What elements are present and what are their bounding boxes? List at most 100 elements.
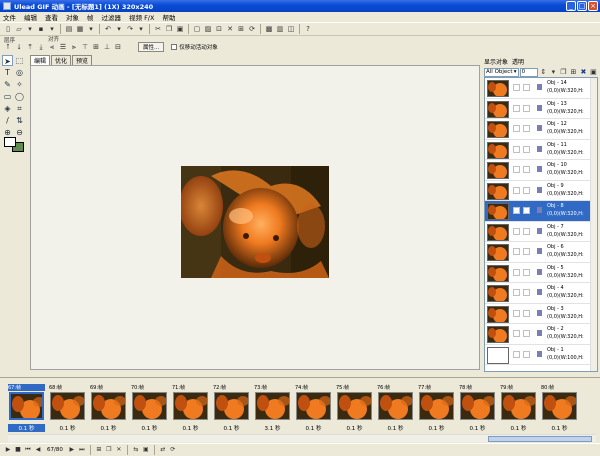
stop-icon[interactable]: ■ [14, 446, 22, 454]
object-lock-checkbox[interactable] [523, 248, 530, 255]
frame-properties-icon[interactable]: ▣ [142, 446, 150, 454]
object-lock-checkbox[interactable] [523, 330, 530, 337]
frame-scrollbar[interactable] [8, 434, 596, 442]
object-row[interactable]: Obj - 3 (0,0)(W:320,H: [485, 304, 597, 324]
pick-tool-icon[interactable]: ➤ [2, 55, 13, 66]
first-frame-icon[interactable]: ⏮ [24, 446, 32, 454]
frame-item[interactable]: 77:帧 0.1 秒 [418, 384, 455, 436]
frame-delay[interactable]: 0.1 秒 [213, 424, 250, 432]
frame-delay[interactable]: 0.1 秒 [90, 424, 127, 432]
object-lock-checkbox[interactable] [523, 84, 530, 91]
delete-object-icon[interactable]: ✖ [579, 67, 588, 77]
lasso-tool-icon[interactable]: ◎ [14, 67, 25, 78]
export-icon[interactable]: ▦ [75, 24, 85, 34]
object-lock-checkbox[interactable] [523, 350, 530, 358]
frame-item[interactable]: 74:帧 0.1 秒 [295, 384, 332, 436]
image-icon[interactable]: ▨ [203, 24, 213, 34]
object-lock-checkbox[interactable] [523, 309, 530, 317]
frame-item[interactable]: 73:帧 3.1 秒 [254, 384, 291, 436]
crop-tool-icon[interactable]: ⌗ [14, 103, 25, 114]
loop-icon[interactable]: ⟳ [169, 446, 177, 454]
object-row[interactable]: Obj - 9 (0,0)(W:320,H: [485, 181, 597, 201]
object-visibility-checkbox[interactable] [513, 145, 520, 153]
object-lock-checkbox[interactable] [523, 268, 530, 276]
menu-help[interactable]: 帮助 [162, 12, 175, 22]
menu-filter[interactable]: 过滤器 [102, 12, 122, 22]
object-visibility-checkbox[interactable] [513, 248, 520, 255]
object-row[interactable]: Obj - 14 (0,0)(W:320,H: [485, 78, 597, 99]
paste-icon[interactable]: ▣ [175, 24, 185, 34]
tab-edit[interactable]: 编辑 [30, 55, 51, 65]
bring-forward-icon[interactable]: ⭡ [3, 42, 13, 52]
frame-item[interactable]: 78:帧 0.1 秒 [459, 384, 496, 436]
print-icon[interactable]: ▤ [64, 24, 74, 34]
object-row[interactable]: Obj - 8 (0,0)(W:320,H: [485, 201, 597, 222]
frame-delay[interactable]: 0.1 秒 [418, 424, 455, 432]
tab-preview[interactable]: 预览 [72, 55, 93, 65]
object-lock-checkbox[interactable] [523, 145, 530, 153]
send-backward-icon[interactable]: ⭣ [14, 42, 24, 52]
object-visibility-checkbox[interactable] [513, 104, 520, 112]
opacity-input[interactable]: 0 [519, 67, 538, 77]
new-icon[interactable]: ▯ [3, 24, 13, 34]
align-right-icon[interactable]: ⫸ [69, 42, 79, 52]
object-row[interactable]: Obj - 7 (0,0)(W:320,H: [485, 222, 597, 242]
undo-icon[interactable]: ↶ [103, 24, 113, 34]
frame-delay[interactable]: 0.1 秒 [131, 424, 168, 432]
maximize-button[interactable]: □ [577, 1, 587, 11]
object-visibility-checkbox[interactable] [513, 227, 520, 235]
frame-item[interactable]: 75:帧 0.1 秒 [336, 384, 373, 436]
crop-icon[interactable]: ⊡ [214, 24, 224, 34]
object-row[interactable]: Obj - 11 (0,0)(W:320,H: [485, 140, 597, 160]
magic-wand-tool-icon[interactable]: ✧ [14, 79, 25, 90]
menu-video-fx[interactable]: 视频 F/X [129, 12, 154, 22]
tab-optimize[interactable]: 优化 [51, 55, 72, 65]
copy-object-icon[interactable]: ❐ [559, 67, 568, 77]
object-lock-checkbox[interactable] [523, 104, 530, 112]
frame-delay[interactable]: 0.1 秒 [541, 424, 578, 432]
object-filter-select[interactable]: All Object ▾ [484, 67, 519, 77]
duplicate-frame-icon[interactable]: ❐ [105, 446, 113, 454]
object-lock-checkbox[interactable] [523, 125, 530, 132]
move-active-only-option[interactable]: 仅移动活动对象 [171, 43, 218, 51]
frame-delay[interactable]: 0.1 秒 [377, 424, 414, 432]
object-list-scrollbar[interactable] [590, 78, 597, 371]
redo-icon[interactable]: ↷ [125, 24, 135, 34]
send-to-back-icon[interactable]: ⤓ [36, 42, 46, 52]
frame-item[interactable]: 80:帧 0.1 秒 [541, 384, 578, 436]
frame-delay[interactable]: 0.1 秒 [295, 424, 332, 432]
object-visibility-checkbox[interactable] [513, 84, 520, 91]
brush-tool-icon[interactable]: ✎ [2, 79, 13, 90]
color-swatch[interactable] [4, 137, 24, 153]
object-row[interactable]: Obj - 5 (0,0)(W:320,H: [485, 263, 597, 283]
object-row[interactable]: Obj - 13 (0,0)(W:320,H: [485, 99, 597, 119]
delete-icon[interactable]: ✕ [225, 24, 235, 34]
help-icon[interactable]: ? [303, 24, 313, 34]
menu-frame[interactable]: 帧 [87, 12, 94, 22]
frame-item[interactable]: 79:帧 0.1 秒 [500, 384, 537, 436]
object-visibility-checkbox[interactable] [513, 207, 520, 214]
open-icon[interactable]: ▱ [14, 24, 24, 34]
object-row[interactable]: Obj - 12 (0,0)(W:320,H: [485, 119, 597, 140]
tween-icon[interactable]: ⇆ [132, 446, 140, 454]
frame-item[interactable]: 71:帧 0.1 秒 [172, 384, 209, 436]
preview-icon[interactable]: ▥ [275, 24, 285, 34]
copy-icon[interactable]: ❐ [164, 24, 174, 34]
menu-file[interactable]: 文件 [3, 12, 16, 22]
canvas-image[interactable] [181, 166, 329, 278]
browser-icon[interactable]: ◫ [286, 24, 296, 34]
text-tool-icon[interactable]: T [2, 67, 13, 78]
object-row[interactable]: Obj - 1 (0,0)(W:100,H: [485, 345, 597, 365]
frame-scrollbar-thumb[interactable] [488, 436, 592, 442]
rotate-icon[interactable]: ⟳ [247, 24, 257, 34]
frame-item[interactable]: 70:帧 0.1 秒 [131, 384, 168, 436]
save-dropdown-icon[interactable]: ▾ [47, 24, 57, 34]
align-bottom-icon[interactable]: ⊥ [102, 42, 112, 52]
move-tool-icon[interactable]: ⇅ [14, 115, 25, 126]
frame-delay[interactable]: 0.1 秒 [172, 424, 209, 432]
align-left-icon[interactable]: ⫷ [47, 42, 57, 52]
add-frame-icon[interactable]: ⊞ [95, 446, 103, 454]
object-lock-checkbox[interactable] [523, 186, 530, 194]
frame-delay[interactable]: 0.1 秒 [500, 424, 537, 432]
opacity-stepper-icon[interactable]: ⇕ [539, 67, 548, 77]
